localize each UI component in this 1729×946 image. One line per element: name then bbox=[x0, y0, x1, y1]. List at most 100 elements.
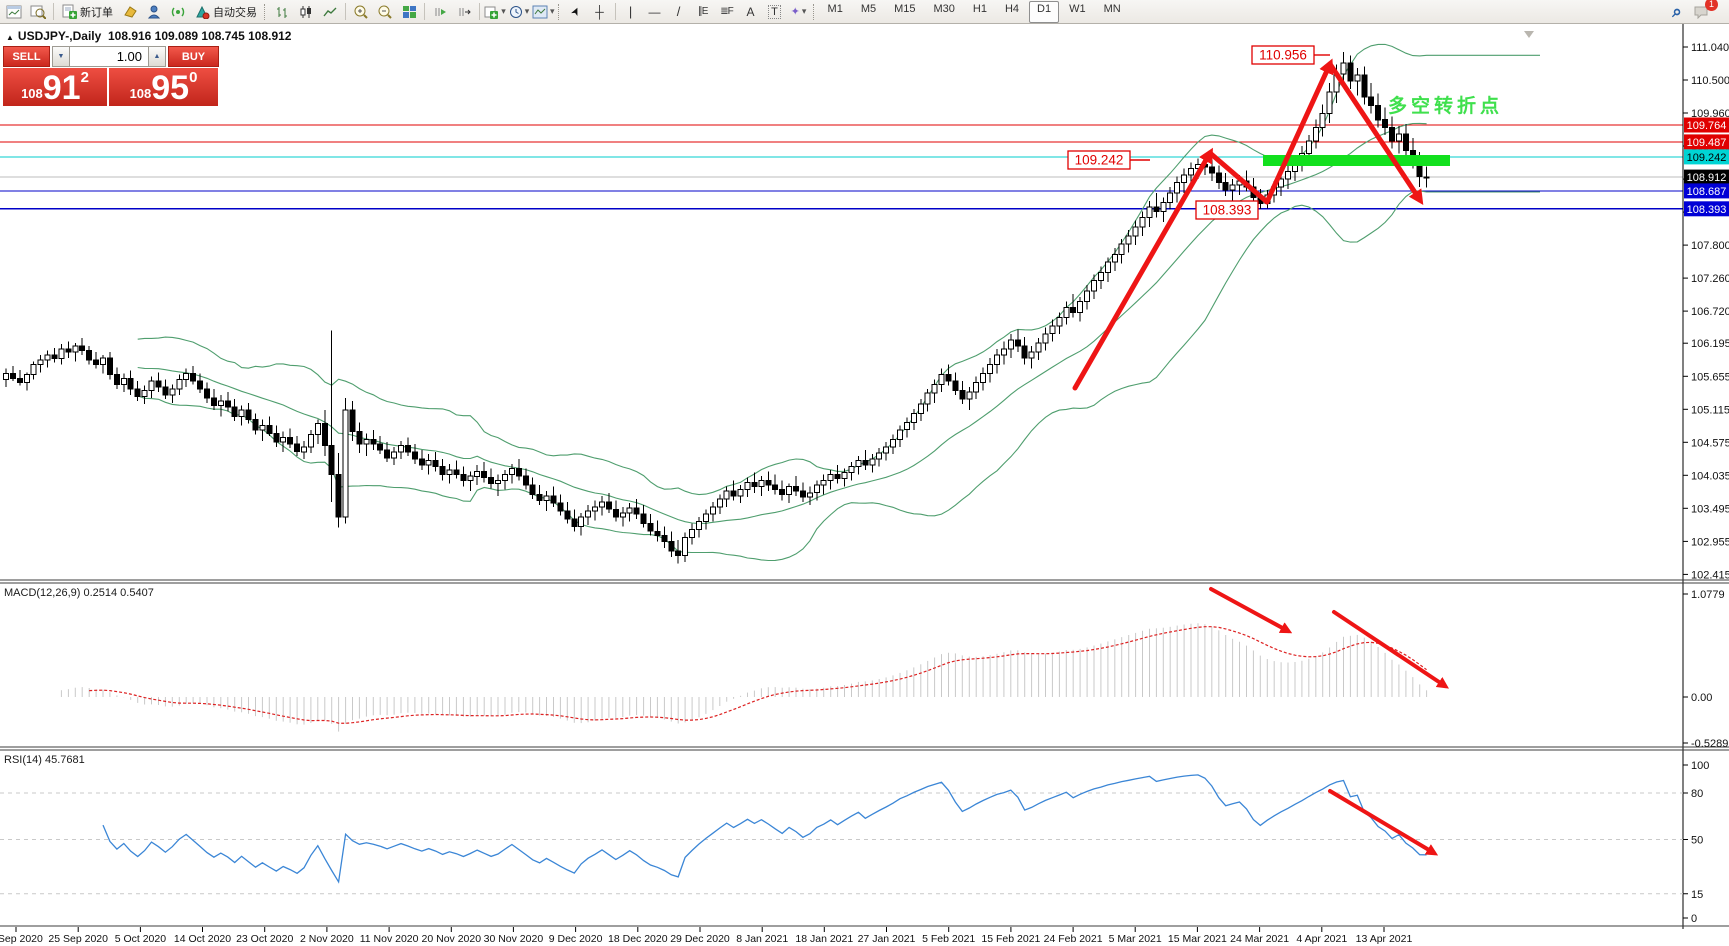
crosshair-tool[interactable] bbox=[589, 2, 611, 22]
timeframe-button-m5[interactable]: M5 bbox=[853, 1, 884, 23]
svg-text:106.720: 106.720 bbox=[1691, 306, 1729, 318]
svg-text:108.393: 108.393 bbox=[1687, 204, 1727, 216]
timeframe-group: M1M5M15M30H1H4D1W1MN bbox=[819, 1, 1130, 23]
chart-shift-icon[interactable] bbox=[453, 2, 475, 22]
timeframe-button-d1[interactable]: D1 bbox=[1029, 1, 1059, 23]
auto-trading-button[interactable]: 自动交易 bbox=[191, 2, 261, 22]
svg-text:107.800: 107.800 bbox=[1691, 240, 1729, 252]
svg-text:109.764: 109.764 bbox=[1687, 120, 1727, 132]
tile-windows-icon[interactable] bbox=[398, 2, 420, 22]
sell-price-big: 91 bbox=[43, 73, 81, 104]
price-chart[interactable]: 110.956 109.242 108.393 多空转折点 111.040 110.500… bbox=[0, 0, 1729, 946]
cursor-tool[interactable] bbox=[565, 2, 587, 22]
svg-text:15 Feb 2021: 15 Feb 2021 bbox=[981, 933, 1040, 945]
chart-window-title: ▲ USDJPY-,Daily 108.916 109.089 108.745 1… bbox=[6, 29, 291, 43]
horizontal-line-tool[interactable] bbox=[644, 2, 666, 22]
svg-text:15 Mar 2021: 15 Mar 2021 bbox=[1168, 933, 1227, 945]
svg-text:8 Jan 2021: 8 Jan 2021 bbox=[736, 933, 788, 945]
notification-badge: 1 bbox=[1705, 0, 1718, 11]
svg-text:13 Apr 2021: 13 Apr 2021 bbox=[1356, 933, 1413, 945]
vertical-line-tool[interactable] bbox=[620, 2, 642, 22]
svg-text:1.0779: 1.0779 bbox=[1691, 589, 1725, 601]
svg-text:111.040: 111.040 bbox=[1691, 42, 1729, 54]
timeframe-button-m15[interactable]: M15 bbox=[886, 1, 923, 23]
volume-decrease-button[interactable] bbox=[52, 46, 70, 67]
svg-text:14 Oct 2020: 14 Oct 2020 bbox=[174, 933, 231, 945]
sell-price-button[interactable]: 108912 bbox=[3, 68, 107, 106]
notifications-icon[interactable]: 1 bbox=[1690, 2, 1712, 22]
timeframe-button-mn[interactable]: MN bbox=[1096, 1, 1129, 23]
svg-text:18 Jan 2021: 18 Jan 2021 bbox=[795, 933, 853, 945]
svg-text:RSI(14) 45.7681: RSI(14) 45.7681 bbox=[4, 754, 85, 766]
buy-price-button[interactable]: 108950 bbox=[109, 68, 218, 106]
svg-text:80: 80 bbox=[1691, 788, 1703, 800]
svg-text:4 Apr 2021: 4 Apr 2021 bbox=[1296, 933, 1347, 945]
svg-text:0.00: 0.00 bbox=[1691, 692, 1712, 704]
shapes-dropdown[interactable] bbox=[788, 2, 810, 22]
svg-text:2 Nov 2020: 2 Nov 2020 bbox=[300, 933, 354, 945]
svg-text:109.242: 109.242 bbox=[1687, 152, 1727, 164]
collapse-panel-icon[interactable]: ▲ bbox=[6, 33, 14, 42]
community-icon[interactable] bbox=[143, 2, 165, 22]
timeframe-button-w1[interactable]: W1 bbox=[1061, 1, 1094, 23]
svg-text:24 Feb 2021: 24 Feb 2021 bbox=[1044, 933, 1103, 945]
sell-button[interactable]: SELL bbox=[3, 46, 50, 67]
svg-text:25 Sep 2020: 25 Sep 2020 bbox=[48, 933, 108, 945]
volume-input[interactable] bbox=[70, 46, 148, 67]
svg-text:27 Jan 2021: 27 Jan 2021 bbox=[858, 933, 916, 945]
sell-price-prefix: 108 bbox=[21, 87, 43, 100]
support-highlight-bar[interactable] bbox=[1263, 155, 1450, 166]
new-order-button[interactable]: 新订单 bbox=[58, 2, 117, 22]
svg-text:29 Dec 2020: 29 Dec 2020 bbox=[670, 933, 730, 945]
svg-text:108.912: 108.912 bbox=[1687, 172, 1727, 184]
signals-icon[interactable] bbox=[167, 2, 189, 22]
auto-scroll-icon[interactable] bbox=[429, 2, 451, 22]
timeframe-button-m30[interactable]: M30 bbox=[926, 1, 963, 23]
volume-increase-button[interactable] bbox=[148, 46, 166, 67]
svg-text:105.115: 105.115 bbox=[1691, 404, 1729, 416]
fibonacci-tool[interactable] bbox=[716, 2, 738, 22]
timeframe-button-m1[interactable]: M1 bbox=[820, 1, 851, 23]
candle-mode-icon[interactable] bbox=[295, 2, 317, 22]
one-click-trading-panel: SELL BUY 108912 108950 bbox=[3, 46, 219, 106]
zoom-in-icon[interactable] bbox=[350, 2, 372, 22]
svg-text:104.035: 104.035 bbox=[1691, 470, 1729, 482]
svg-text:100: 100 bbox=[1691, 760, 1709, 772]
trendline-tool[interactable] bbox=[668, 2, 690, 22]
turning-point-annotation[interactable]: 多空转折点 bbox=[1388, 94, 1503, 117]
charts-window-icon[interactable] bbox=[3, 2, 25, 22]
svg-text:24 Mar 2021: 24 Mar 2021 bbox=[1230, 933, 1289, 945]
svg-text:105.655: 105.655 bbox=[1691, 371, 1729, 383]
svg-text:15: 15 bbox=[1691, 889, 1703, 901]
svg-text:9 Dec 2020: 9 Dec 2020 bbox=[549, 933, 603, 945]
line-mode-icon[interactable] bbox=[319, 2, 341, 22]
main-toolbar: 新订单 自动交易 bbox=[0, 0, 1729, 24]
zoom-out-icon[interactable] bbox=[374, 2, 396, 22]
buy-button[interactable]: BUY bbox=[168, 46, 219, 67]
periods-dropdown[interactable] bbox=[508, 2, 530, 22]
svg-text:108.687: 108.687 bbox=[1687, 186, 1727, 198]
bar-chart-mode-icon[interactable] bbox=[271, 2, 293, 22]
volume-spinner bbox=[52, 46, 166, 67]
terminal-window: 110.956 109.242 108.393 多空转折点 111.040 110.500… bbox=[0, 0, 1729, 946]
ohlc-values: 108.916 109.089 108.745 108.912 bbox=[108, 29, 292, 43]
buy-price-prefix: 108 bbox=[130, 87, 152, 100]
symbol-period-label: USDJPY-,Daily bbox=[18, 29, 101, 43]
text-label-tool[interactable] bbox=[764, 2, 786, 22]
text-tool[interactable] bbox=[740, 2, 762, 22]
templates-dropdown[interactable] bbox=[532, 2, 555, 22]
equidistant-channel-tool[interactable] bbox=[692, 2, 714, 22]
indicators-dropdown[interactable] bbox=[484, 2, 506, 22]
svg-text:20 Nov 2020: 20 Nov 2020 bbox=[422, 933, 482, 945]
alerts-icon[interactable] bbox=[119, 2, 141, 22]
svg-text:109.487: 109.487 bbox=[1687, 137, 1727, 149]
svg-text:0: 0 bbox=[1691, 913, 1697, 925]
timeframe-button-h4[interactable]: H4 bbox=[997, 1, 1027, 23]
svg-text:110.956: 110.956 bbox=[1259, 48, 1307, 63]
svg-text:5 Feb 2021: 5 Feb 2021 bbox=[922, 933, 975, 945]
timeframe-button-h1[interactable]: H1 bbox=[965, 1, 995, 23]
chart-profile-icon[interactable] bbox=[27, 2, 49, 22]
low-price-label[interactable]: 108.393 bbox=[1196, 201, 1258, 219]
svg-text:110.500: 110.500 bbox=[1691, 75, 1729, 87]
search-icon[interactable] bbox=[1666, 2, 1688, 22]
